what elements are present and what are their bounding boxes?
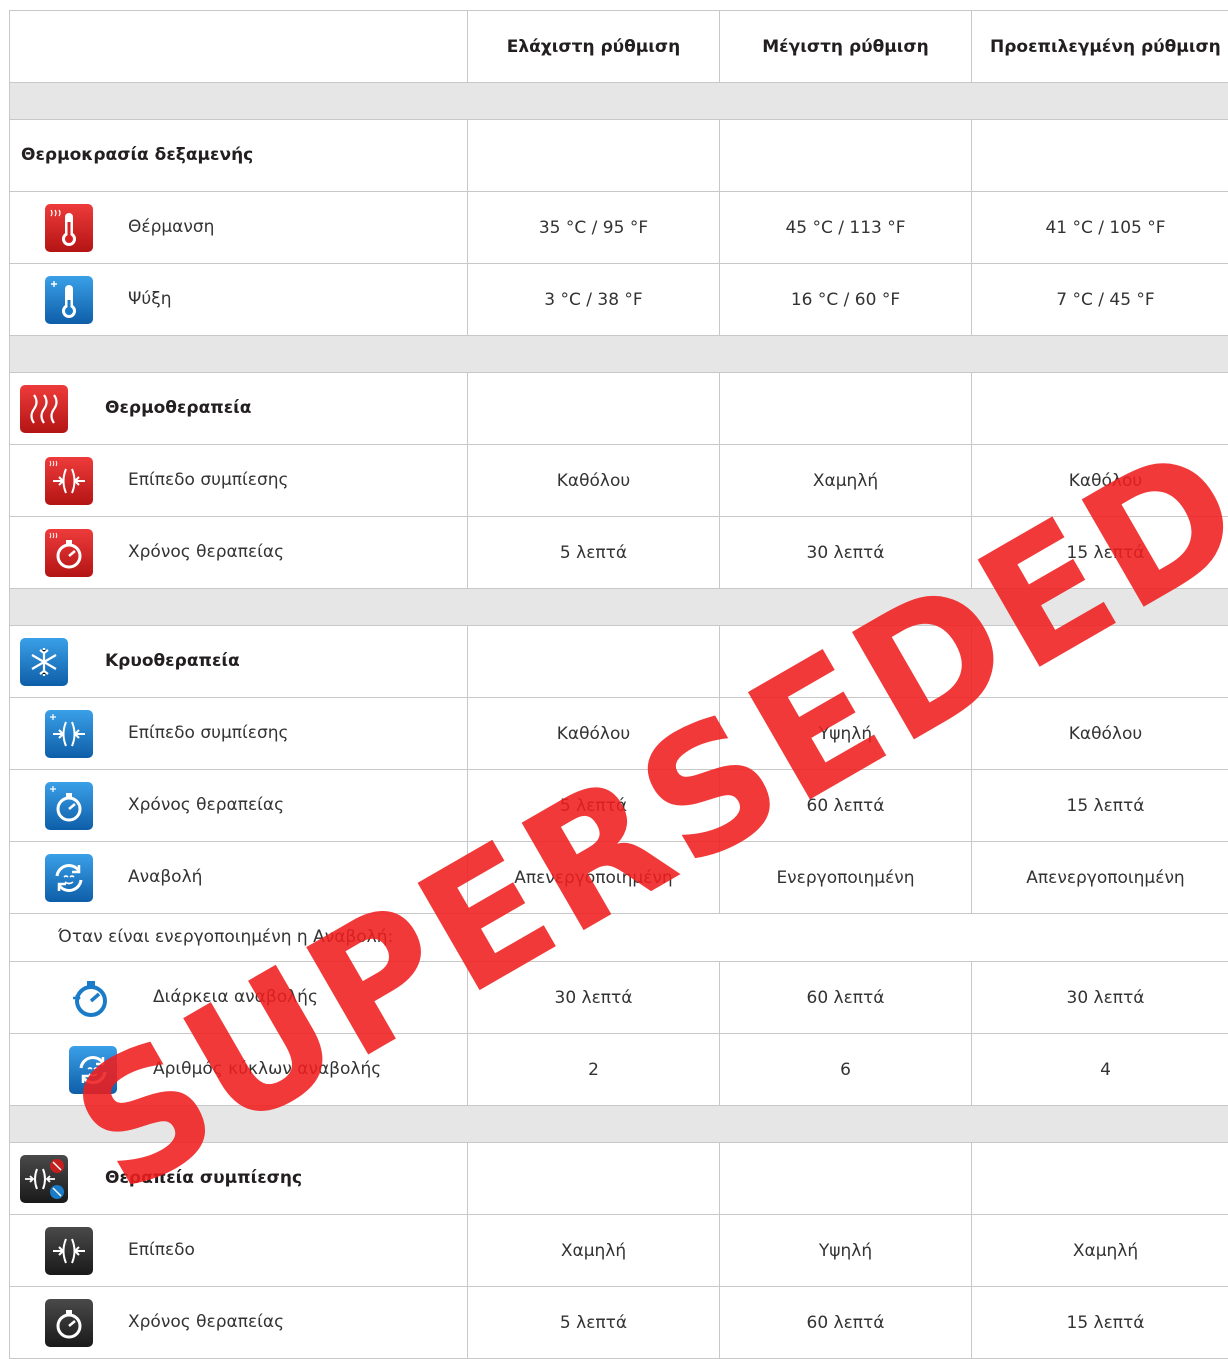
row-label: Αναβολή — [128, 867, 202, 887]
value-max: Ενεργοποιημένη — [720, 842, 972, 914]
row-label: Ψύξη — [128, 289, 171, 309]
value-max: Χαμηλή — [720, 445, 972, 517]
section-title-heat: Θερμοθεραπεία — [105, 398, 251, 418]
value-max: 60 λεπτά — [720, 770, 972, 842]
stopwatch-icon — [67, 974, 115, 1022]
thermometer-cold-icon — [45, 276, 93, 324]
row-label: Χρόνος θεραπείας — [128, 795, 284, 815]
section-divider — [10, 83, 1228, 120]
snooze-note: Όταν είναι ενεργοποιημένη η Αναβολή: — [58, 927, 393, 947]
row-label: Επίπεδο συμπίεσης — [128, 723, 289, 743]
value-default: 15 λεπτά — [972, 770, 1228, 842]
value-default: Καθόλου — [972, 445, 1228, 517]
compression-therapy-icon — [20, 1155, 68, 1203]
value-default: 41 °C / 105 °F — [972, 192, 1228, 264]
row-label: Επίπεδο συμπίεσης — [128, 470, 289, 490]
value-min: 5 λεπτά — [468, 770, 720, 842]
value-max: Υψηλή — [720, 698, 972, 770]
value-default: 30 λεπτά — [972, 962, 1228, 1034]
section-title-compression: Θεραπεία συμπίεσης — [105, 1168, 302, 1188]
settings-table: Ελάχιστη ρύθμιση Μέγιστη ρύθμιση Προεπιλ… — [9, 10, 1228, 1359]
section-row-compression: Θεραπεία συμπίεσης — [10, 1143, 1228, 1215]
table-row-cryo-time: Χρόνος θεραπείας 5 λεπτά 60 λεπτά 15 λεπ… — [10, 770, 1228, 842]
heat-waves-icon — [20, 385, 68, 433]
value-max: 45 °C / 113 °F — [720, 192, 972, 264]
timer-cold-icon — [45, 782, 93, 830]
thermometer-heat-icon — [45, 204, 93, 252]
note-row: Όταν είναι ενεργοποιημένη η Αναβολή: — [10, 914, 1228, 962]
row-label: Επίπεδο — [128, 1240, 195, 1260]
value-min: Απενεργοποιημένη — [468, 842, 720, 914]
value-default: Απενεργοποιημένη — [972, 842, 1228, 914]
value-max: 60 λεπτά — [720, 962, 972, 1034]
value-min: Καθόλου — [468, 445, 720, 517]
table-row-heating: Θέρμανση 35 °C / 95 °F 45 °C / 113 °F 41… — [10, 192, 1228, 264]
table-row-snooze-duration: Διάρκεια αναβολής 30 λεπτά 60 λεπτά 30 λ… — [10, 962, 1228, 1034]
value-min: 35 °C / 95 °F — [468, 192, 720, 264]
compression-cold-icon — [45, 710, 93, 758]
section-row-cryo: Κρυοθεραπεία — [10, 626, 1228, 698]
value-min: 5 λεπτά — [468, 1287, 720, 1359]
section-row-heat: Θερμοθεραπεία — [10, 373, 1228, 445]
table-row-heat-time: Χρόνος θεραπείας 5 λεπτά 30 λεπτά 15 λεπ… — [10, 517, 1228, 589]
row-label: Διάρκεια αναβολής — [153, 987, 318, 1007]
compression-level-icon — [45, 1227, 93, 1275]
value-default: 15 λεπτά — [972, 1287, 1228, 1359]
section-title-tank: Θερμοκρασία δεξαμενής — [21, 145, 253, 165]
row-label: Χρόνος θεραπείας — [128, 542, 284, 562]
timer-dark-icon — [45, 1299, 93, 1347]
table-row-compression-level: Επίπεδο Χαμηλή Υψηλή Χαμηλή — [10, 1215, 1228, 1287]
row-label: Θέρμανση — [128, 217, 214, 237]
timer-heat-icon — [45, 529, 93, 577]
value-min: 3 °C / 38 °F — [468, 264, 720, 336]
value-min: 2 — [468, 1034, 720, 1106]
value-default: Καθόλου — [972, 698, 1228, 770]
header-max: Μέγιστη ρύθμιση — [720, 11, 972, 83]
section-divider — [10, 336, 1228, 373]
value-default: 15 λεπτά — [972, 517, 1228, 589]
table-row-snooze: Αναβολή Απενεργοποιημένη Ενεργοποιημένη … — [10, 842, 1228, 914]
section-title-cryo: Κρυοθεραπεία — [105, 651, 240, 671]
value-default: 4 — [972, 1034, 1228, 1106]
section-row-tank: Θερμοκρασία δεξαμενής — [10, 120, 1228, 192]
value-default: 7 °C / 45 °F — [972, 264, 1228, 336]
value-min: 30 λεπτά — [468, 962, 720, 1034]
header-blank — [10, 11, 468, 83]
snooze-icon — [45, 854, 93, 902]
value-min: Χαμηλή — [468, 1215, 720, 1287]
table-row-compression-time: Χρόνος θεραπείας 5 λεπτά 60 λεπτά 15 λεπ… — [10, 1287, 1228, 1359]
table-row-heat-compression: Επίπεδο συμπίεσης Καθόλου Χαμηλή Καθόλου — [10, 445, 1228, 517]
header-min: Ελάχιστη ρύθμιση — [468, 11, 720, 83]
value-default: Χαμηλή — [972, 1215, 1228, 1287]
section-divider — [10, 1106, 1228, 1143]
table-row-snooze-cycles: Αριθμός κύκλων αναβολής 2 6 4 — [10, 1034, 1228, 1106]
value-min: Καθόλου — [468, 698, 720, 770]
table-row-cooling: Ψύξη 3 °C / 38 °F 16 °C / 60 °F 7 °C / 4… — [10, 264, 1228, 336]
value-min: 5 λεπτά — [468, 517, 720, 589]
section-divider — [10, 589, 1228, 626]
compression-heat-icon — [45, 457, 93, 505]
snowflake-icon — [20, 638, 68, 686]
header-default: Προεπιλεγμένη ρύθμιση — [972, 11, 1228, 83]
snooze-cycles-icon — [69, 1046, 117, 1094]
value-max: 6 — [720, 1034, 972, 1106]
row-label: Αριθμός κύκλων αναβολής — [153, 1059, 381, 1079]
value-max: Υψηλή — [720, 1215, 972, 1287]
value-max: 30 λεπτά — [720, 517, 972, 589]
row-label: Χρόνος θεραπείας — [128, 1312, 284, 1332]
value-max: 60 λεπτά — [720, 1287, 972, 1359]
value-max: 16 °C / 60 °F — [720, 264, 972, 336]
table-row-cryo-compression: Επίπεδο συμπίεσης Καθόλου Υψηλή Καθόλου — [10, 698, 1228, 770]
table-header: Ελάχιστη ρύθμιση Μέγιστη ρύθμιση Προεπιλ… — [10, 11, 1228, 83]
